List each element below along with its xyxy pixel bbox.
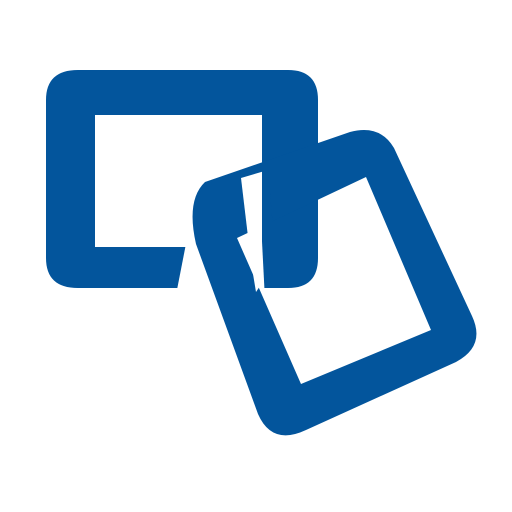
icon-canvas [0, 0, 512, 512]
lower-link-shape [192, 130, 477, 436]
link-icon [46, 70, 477, 436]
